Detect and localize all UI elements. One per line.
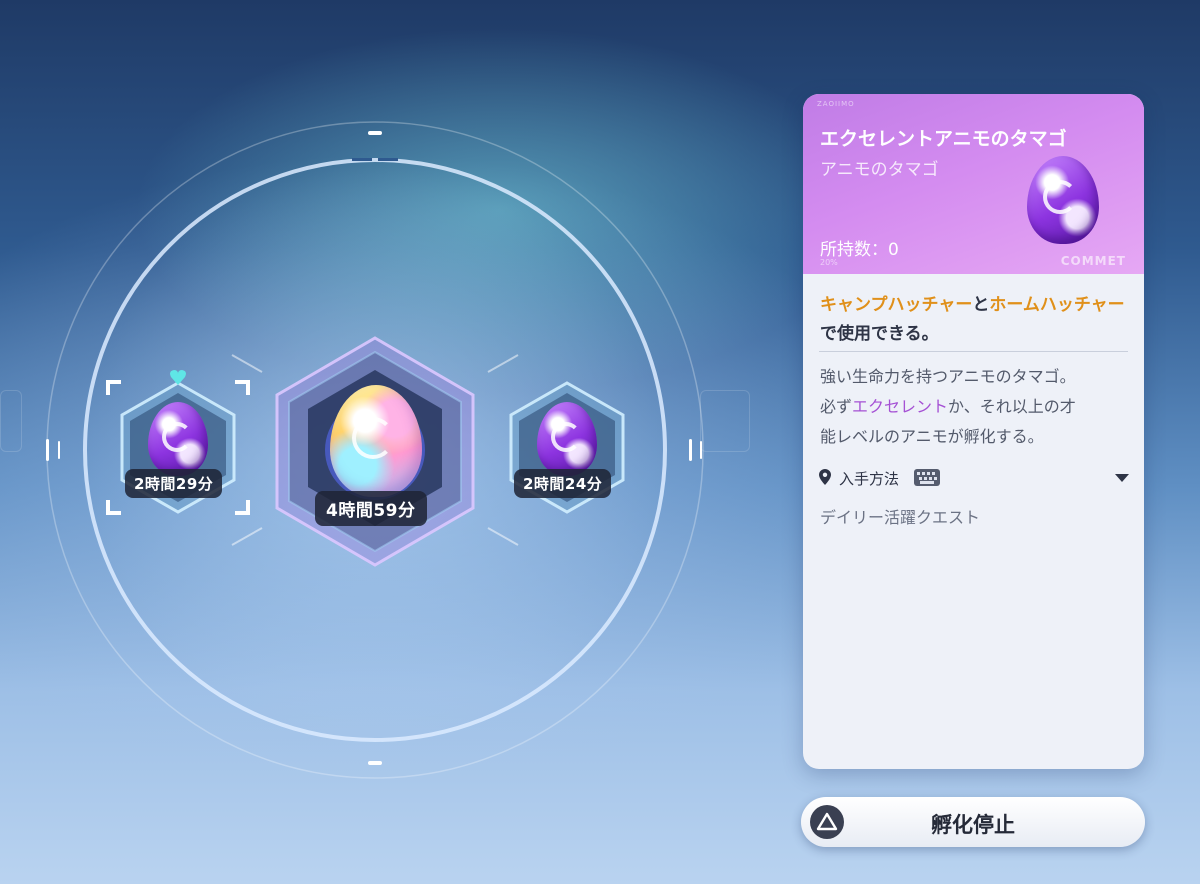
location-pin-icon: [819, 469, 831, 485]
item-detail-panel: ZAOIIMO エクセレントアニモのタマゴ アニモのタマゴ 所持数：0 20% …: [803, 94, 1144, 769]
divider: [819, 351, 1128, 352]
stop-incubation-label: 孵化停止: [931, 813, 1015, 837]
brand-small-text: ZAOIIMO: [817, 100, 855, 108]
usage-conj: と: [972, 295, 990, 315]
slot-timer: 2時間24分: [514, 469, 612, 498]
keyboard-icon: [914, 469, 940, 486]
stop-incubation-button[interactable]: 孵化停止: [801, 797, 1145, 847]
usage-highlight-home: ホームハッチャー: [989, 295, 1124, 315]
item-category: アニモのタマゴ: [820, 160, 939, 180]
item-description: 強い生命力を持つアニモのタマゴ。 必ずエクセレントか、それ以上の才 能レベルのア…: [820, 362, 1135, 452]
acquire-method-row[interactable]: 入手方法: [819, 467, 1129, 489]
desc-line-1: 強い生命力を持つアニモのタマゴ。: [820, 367, 1076, 386]
chevron-down-icon[interactable]: [1115, 474, 1129, 482]
slot-timer: 4時間59分: [315, 491, 427, 526]
slot-timer: 2時間29分: [125, 469, 223, 498]
item-egg-icon: [1027, 156, 1099, 244]
usage-tail: で使用できる。: [820, 324, 939, 344]
brand-logo: COMMET: [1060, 254, 1126, 268]
item-header: ZAOIIMO エクセレントアニモのタマゴ アニモのタマゴ 所持数：0 20% …: [803, 94, 1144, 274]
usage-highlight-camp: キャンプハッチャー: [820, 295, 973, 315]
desc-text: 必ず: [820, 397, 853, 416]
rarity-tag: 20%: [820, 258, 838, 267]
acquire-label: 入手方法: [839, 470, 900, 488]
desc-line-3: 能レベルのアニモが孵化する。: [820, 427, 1044, 446]
desc-line-2: 必ずエクセレントか、それ以上の才: [820, 392, 1135, 422]
usage-text: キャンプハッチャーとホームハッチャーで使用できる。: [820, 291, 1130, 349]
acquire-source: デイリー活躍クエスト: [820, 508, 981, 527]
item-title: エクセレントアニモのタマゴ: [820, 128, 1067, 150]
desc-highlight-excellent: エクセレント: [852, 397, 949, 416]
owned-count: 所持数：0: [820, 240, 899, 260]
desc-text: か、それ以上の才: [948, 397, 1076, 416]
